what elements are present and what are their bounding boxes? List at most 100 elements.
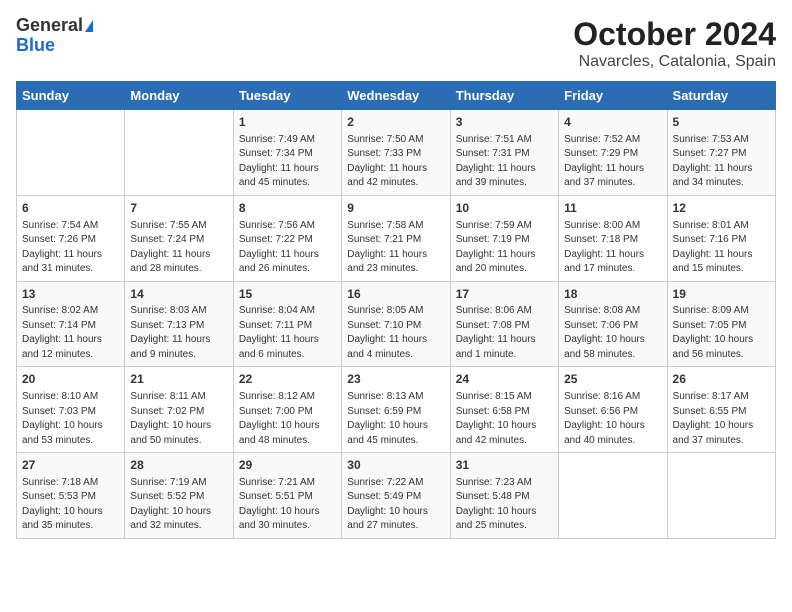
day-data: Sunrise: 7:56 AM Sunset: 7:22 PM Dayligh… xyxy=(239,219,336,277)
day-number: 29 xyxy=(239,457,336,474)
day-number: 9 xyxy=(347,200,444,217)
day-data: Sunrise: 7:19 AM Sunset: 5:52 PM Dayligh… xyxy=(130,476,227,534)
calendar-week-row: 27 Sunrise: 7:18 AM Sunset: 5:53 PM Dayli… xyxy=(17,453,776,539)
day-number: 19 xyxy=(673,286,770,303)
day-number: 6 xyxy=(22,200,119,217)
day-data: Sunrise: 8:10 AM Sunset: 7:03 PM Dayligh… xyxy=(22,390,119,448)
day-number: 26 xyxy=(673,371,770,388)
calendar-cell: 16Sunrise: 8:05 AM Sunset: 7:10 PM Dayli… xyxy=(342,281,450,367)
header-day: Thursday xyxy=(450,82,558,110)
main-title: October 2024 xyxy=(573,16,776,53)
calendar-week-row: 13Sunrise: 8:02 AM Sunset: 7:14 PM Dayli… xyxy=(17,281,776,367)
header-day: Wednesday xyxy=(342,82,450,110)
day-number: 22 xyxy=(239,371,336,388)
day-number: 5 xyxy=(673,114,770,131)
calendar-cell: 30 Sunrise: 7:22 AM Sunset: 5:49 PM Dayli… xyxy=(342,453,450,539)
calendar-cell xyxy=(125,110,233,196)
day-data: Sunrise: 8:15 AM Sunset: 6:58 PM Dayligh… xyxy=(456,390,553,448)
day-data: Sunrise: 7:49 AM Sunset: 7:34 PM Dayligh… xyxy=(239,133,336,191)
day-data: Sunrise: 7:22 AM Sunset: 5:49 PM Dayligh… xyxy=(347,476,444,534)
day-number: 21 xyxy=(130,371,227,388)
calendar-cell: 8 Sunrise: 7:56 AM Sunset: 7:22 PM Daylig… xyxy=(233,195,341,281)
day-data: Sunrise: 7:53 AM Sunset: 7:27 PM Dayligh… xyxy=(673,133,770,191)
logo: General Blue xyxy=(16,16,93,56)
logo-text: General xyxy=(16,16,93,36)
header-day: Saturday xyxy=(667,82,775,110)
day-data: Sunrise: 7:21 AM Sunset: 5:51 PM Dayligh… xyxy=(239,476,336,534)
title-block: October 2024 Navarcles, Catalonia, Spain xyxy=(573,16,776,71)
day-number: 11 xyxy=(564,200,661,217)
calendar-cell xyxy=(667,453,775,539)
calendar-cell: 14Sunrise: 8:03 AM Sunset: 7:13 PM Dayli… xyxy=(125,281,233,367)
calendar-cell: 15Sunrise: 8:04 AM Sunset: 7:11 PM Dayli… xyxy=(233,281,341,367)
day-data: Sunrise: 7:59 AM Sunset: 7:19 PM Dayligh… xyxy=(456,219,553,277)
calendar-cell: 10 Sunrise: 7:59 AM Sunset: 7:19 PM Dayli… xyxy=(450,195,558,281)
calendar-cell: 27 Sunrise: 7:18 AM Sunset: 5:53 PM Dayli… xyxy=(17,453,125,539)
calendar-cell: 1Sunrise: 7:49 AM Sunset: 7:34 PM Daylig… xyxy=(233,110,341,196)
day-number: 15 xyxy=(239,286,336,303)
day-data: Sunrise: 7:58 AM Sunset: 7:21 PM Dayligh… xyxy=(347,219,444,277)
day-data: Sunrise: 8:13 AM Sunset: 6:59 PM Dayligh… xyxy=(347,390,444,448)
day-number: 12 xyxy=(673,200,770,217)
day-data: Sunrise: 8:03 AM Sunset: 7:13 PM Dayligh… xyxy=(130,304,227,362)
day-number: 3 xyxy=(456,114,553,131)
calendar-cell: 11 Sunrise: 8:00 AM Sunset: 7:18 PM Dayli… xyxy=(559,195,667,281)
calendar-week-row: 20 Sunrise: 8:10 AM Sunset: 7:03 PM Dayli… xyxy=(17,367,776,453)
day-data: Sunrise: 8:16 AM Sunset: 6:56 PM Dayligh… xyxy=(564,390,661,448)
header-day: Friday xyxy=(559,82,667,110)
calendar-cell: 4Sunrise: 7:52 AM Sunset: 7:29 PM Daylig… xyxy=(559,110,667,196)
calendar-cell: 31Sunrise: 7:23 AM Sunset: 5:48 PM Dayli… xyxy=(450,453,558,539)
calendar-week-row: 6 Sunrise: 7:54 AM Sunset: 7:26 PM Daylig… xyxy=(17,195,776,281)
day-number: 31 xyxy=(456,457,553,474)
header-day: Monday xyxy=(125,82,233,110)
calendar-cell: 28Sunrise: 7:19 AM Sunset: 5:52 PM Dayli… xyxy=(125,453,233,539)
day-data: Sunrise: 7:54 AM Sunset: 7:26 PM Dayligh… xyxy=(22,219,119,277)
calendar-cell: 29 Sunrise: 7:21 AM Sunset: 5:51 PM Dayli… xyxy=(233,453,341,539)
day-number: 2 xyxy=(347,114,444,131)
day-data: Sunrise: 8:12 AM Sunset: 7:00 PM Dayligh… xyxy=(239,390,336,448)
day-data: Sunrise: 7:18 AM Sunset: 5:53 PM Dayligh… xyxy=(22,476,119,534)
day-number: 17 xyxy=(456,286,553,303)
day-number: 8 xyxy=(239,200,336,217)
calendar-cell: 20 Sunrise: 8:10 AM Sunset: 7:03 PM Dayli… xyxy=(17,367,125,453)
day-number: 13 xyxy=(22,286,119,303)
calendar-cell: 13Sunrise: 8:02 AM Sunset: 7:14 PM Dayli… xyxy=(17,281,125,367)
day-number: 30 xyxy=(347,457,444,474)
calendar-cell: 12 Sunrise: 8:01 AM Sunset: 7:16 PM Dayli… xyxy=(667,195,775,281)
calendar-table: SundayMondayTuesdayWednesdayThursdayFrid… xyxy=(16,81,776,539)
header-row: SundayMondayTuesdayWednesdayThursdayFrid… xyxy=(17,82,776,110)
day-number: 24 xyxy=(456,371,553,388)
calendar-cell: 21Sunrise: 8:11 AM Sunset: 7:02 PM Dayli… xyxy=(125,367,233,453)
calendar-cell: 22 Sunrise: 8:12 AM Sunset: 7:00 PM Dayli… xyxy=(233,367,341,453)
calendar-cell: 6 Sunrise: 7:54 AM Sunset: 7:26 PM Daylig… xyxy=(17,195,125,281)
calendar-cell: 7Sunrise: 7:55 AM Sunset: 7:24 PM Daylig… xyxy=(125,195,233,281)
day-data: Sunrise: 7:50 AM Sunset: 7:33 PM Dayligh… xyxy=(347,133,444,191)
day-data: Sunrise: 8:09 AM Sunset: 7:05 PM Dayligh… xyxy=(673,304,770,362)
day-number: 4 xyxy=(564,114,661,131)
calendar-cell xyxy=(17,110,125,196)
day-data: Sunrise: 8:02 AM Sunset: 7:14 PM Dayligh… xyxy=(22,304,119,362)
day-number: 27 xyxy=(22,457,119,474)
day-data: Sunrise: 8:00 AM Sunset: 7:18 PM Dayligh… xyxy=(564,219,661,277)
calendar-cell: 23 Sunrise: 8:13 AM Sunset: 6:59 PM Dayli… xyxy=(342,367,450,453)
day-number: 7 xyxy=(130,200,227,217)
day-data: Sunrise: 8:08 AM Sunset: 7:06 PM Dayligh… xyxy=(564,304,661,362)
calendar-cell: 19Sunrise: 8:09 AM Sunset: 7:05 PM Dayli… xyxy=(667,281,775,367)
sub-title: Navarcles, Catalonia, Spain xyxy=(573,53,776,71)
day-number: 16 xyxy=(347,286,444,303)
calendar-cell: 9 Sunrise: 7:58 AM Sunset: 7:21 PM Daylig… xyxy=(342,195,450,281)
day-data: Sunrise: 7:51 AM Sunset: 7:31 PM Dayligh… xyxy=(456,133,553,191)
day-number: 20 xyxy=(22,371,119,388)
day-data: Sunrise: 8:01 AM Sunset: 7:16 PM Dayligh… xyxy=(673,219,770,277)
day-data: Sunrise: 8:05 AM Sunset: 7:10 PM Dayligh… xyxy=(347,304,444,362)
header-day: Sunday xyxy=(17,82,125,110)
day-data: Sunrise: 8:04 AM Sunset: 7:11 PM Dayligh… xyxy=(239,304,336,362)
day-number: 23 xyxy=(347,371,444,388)
calendar-cell: 2 Sunrise: 7:50 AM Sunset: 7:33 PM Daylig… xyxy=(342,110,450,196)
day-number: 14 xyxy=(130,286,227,303)
day-number: 25 xyxy=(564,371,661,388)
calendar-cell: 25 Sunrise: 8:16 AM Sunset: 6:56 PM Dayli… xyxy=(559,367,667,453)
calendar-cell: 17Sunrise: 8:06 AM Sunset: 7:08 PM Dayli… xyxy=(450,281,558,367)
day-number: 10 xyxy=(456,200,553,217)
header-day: Tuesday xyxy=(233,82,341,110)
